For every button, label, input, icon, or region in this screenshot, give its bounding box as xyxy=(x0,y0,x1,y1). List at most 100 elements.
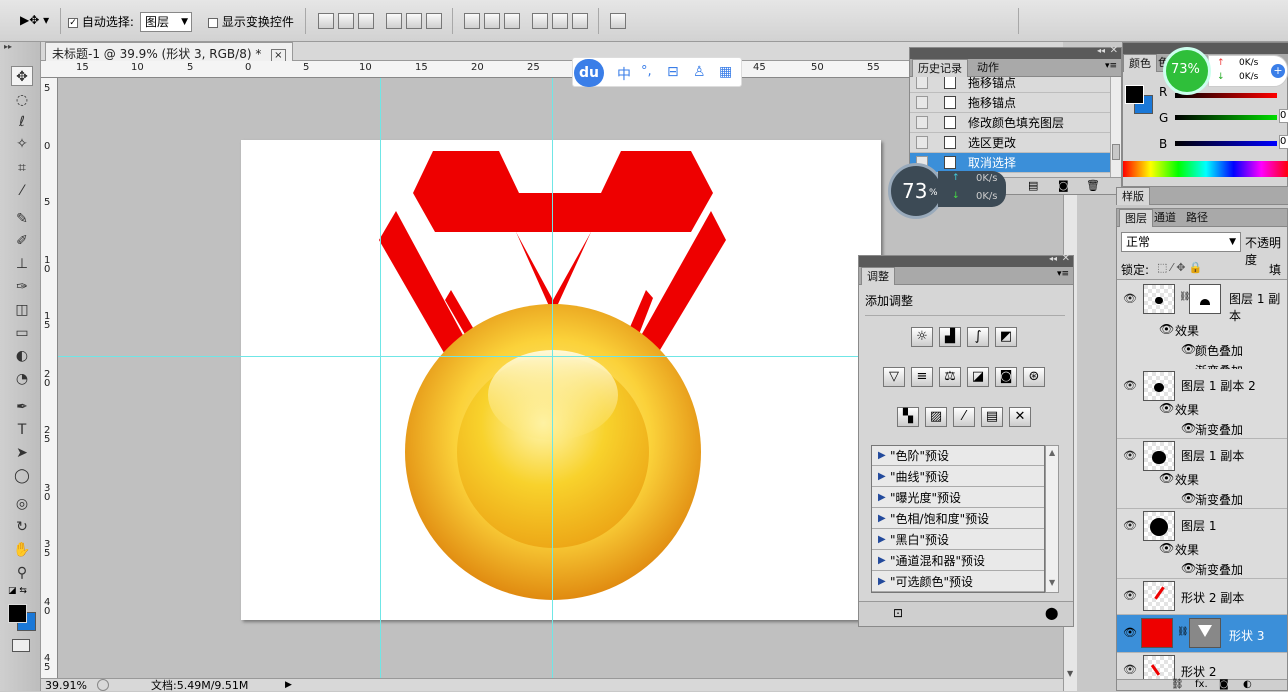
lasso-tool-icon[interactable]: ℓ xyxy=(11,112,33,132)
visibility-eye-icon[interactable]: 👁 xyxy=(1123,519,1137,532)
layer-row-selected[interactable]: 👁 ⛓ 形状 3 xyxy=(1117,615,1287,653)
move-tool-icon[interactable]: ✥ xyxy=(11,66,33,86)
healing-brush-tool-icon[interactable]: ✎ xyxy=(11,209,33,229)
history-state[interactable]: 拖移锚点 xyxy=(910,93,1110,113)
expand-triangle-icon[interactable]: ▶ xyxy=(878,446,886,466)
show-transform-checkbox[interactable] xyxy=(208,17,218,28)
expand-triangle-icon[interactable]: ▶ xyxy=(878,551,886,571)
layer-name[interactable]: 图层 1 副本 xyxy=(1181,447,1244,464)
visibility-eye-icon[interactable]: 👁 xyxy=(1123,589,1137,602)
posterize-icon[interactable]: ▨ xyxy=(925,407,947,427)
fx-icon[interactable]: fx. xyxy=(1195,679,1208,690)
tab-color[interactable]: 颜色 xyxy=(1123,54,1157,72)
quick-mask-icon[interactable] xyxy=(12,639,30,652)
preset-item[interactable]: ▶ "曝光度"预设 xyxy=(872,488,1044,508)
tab-swatches[interactable]: 样版 xyxy=(1116,187,1150,205)
distribute-left-icon[interactable] xyxy=(532,13,548,29)
effects-eye-icon[interactable]: 👁 xyxy=(1159,401,1174,415)
3d-orbit-tool-icon[interactable]: ↻ xyxy=(11,517,33,537)
network-speed-widget[interactable]: 73 % ↑ 0K/s ↓ 0K/s xyxy=(888,163,1008,219)
visibility-eye-icon[interactable]: 👁 xyxy=(1123,626,1137,639)
ime-toolbar[interactable]: du 中 °, ⊟ ♙ ▦ xyxy=(572,57,742,87)
distribute-bottom-icon[interactable] xyxy=(504,13,520,29)
shape-tool-icon[interactable]: ◯ xyxy=(11,466,33,486)
preset-item[interactable]: ▶ "可选颜色"预设 xyxy=(872,572,1044,592)
hue-saturation-icon[interactable]: ≡ xyxy=(911,367,933,387)
history-panel-titlebar[interactable]: ◂◂ ✕ xyxy=(910,45,1121,59)
history-state[interactable]: 拖移锚点 xyxy=(910,77,1110,93)
add-icon[interactable]: + xyxy=(1271,64,1285,78)
invert-icon[interactable]: ▚ xyxy=(897,407,919,427)
tab-history[interactable]: 历史记录 xyxy=(912,59,968,77)
magic-wand-tool-icon[interactable]: ✧ xyxy=(11,134,33,154)
type-tool-icon[interactable]: T xyxy=(11,420,33,440)
expand-triangle-icon[interactable]: ▶ xyxy=(878,467,886,487)
threshold-icon[interactable]: ⁄ xyxy=(953,407,975,427)
new-adjustment-layer-icon[interactable]: ◐ xyxy=(1243,679,1252,690)
path-selection-tool-icon[interactable]: ➤ xyxy=(11,443,33,463)
new-snapshot-icon[interactable]: ◙ xyxy=(1058,179,1069,192)
preset-item[interactable]: ▶ "通道混和器"预设 xyxy=(872,551,1044,571)
effect-eye-icon[interactable]: 👁 xyxy=(1181,491,1196,505)
visibility-eye-icon[interactable]: 👁 xyxy=(1123,449,1137,462)
status-menu-arrow-icon[interactable]: ▶ xyxy=(285,679,292,692)
baidu-ime-logo[interactable]: du xyxy=(574,59,604,87)
panel-menu-icon[interactable]: ▾≡ xyxy=(1105,61,1117,71)
distribute-right-icon[interactable] xyxy=(572,13,588,29)
tab-channels[interactable]: 通道 xyxy=(1149,209,1181,227)
selective-color-icon[interactable]: ✕ xyxy=(1009,407,1031,427)
preset-item[interactable]: ▶ "曲线"预设 xyxy=(872,467,1044,487)
align-right-icon[interactable] xyxy=(426,13,442,29)
effect-eye-icon[interactable]: 👁 xyxy=(1181,421,1196,435)
default-colors-icon[interactable]: ◪ ⇆ xyxy=(8,586,27,596)
clone-stamp-tool-icon[interactable]: ⊥ xyxy=(11,254,33,274)
brightness-contrast-icon[interactable]: ☼ xyxy=(911,327,933,347)
collapse-icon[interactable]: ◂◂ xyxy=(1097,46,1105,55)
preset-item[interactable]: ▶ "色相/饱和度"预设 xyxy=(872,509,1044,529)
history-scrollbar[interactable] xyxy=(1110,77,1121,177)
expand-triangle-icon[interactable]: ▶ xyxy=(878,572,886,592)
align-bottom-icon[interactable] xyxy=(358,13,374,29)
tab-layers[interactable]: 图层 xyxy=(1119,209,1153,227)
preset-item[interactable]: ▶ "色阶"预设 xyxy=(872,446,1044,466)
expand-triangle-icon[interactable]: ▶ xyxy=(878,488,886,508)
align-left-icon[interactable] xyxy=(386,13,402,29)
preset-item[interactable]: ▶ "黑白"预设 xyxy=(872,530,1044,550)
effects-eye-icon[interactable]: 👁 xyxy=(1159,471,1174,485)
return-to-list-icon[interactable]: ⊡ xyxy=(893,606,903,620)
auto-select-dropdown[interactable]: 图层 ▼ xyxy=(140,12,192,32)
history-snapshot-box[interactable] xyxy=(916,136,928,149)
zoom-tool-icon[interactable]: ⚲ xyxy=(11,563,33,583)
layer-row[interactable]: 👁 图层 1 副本 2 👁 效果 👁 渐变叠加 xyxy=(1117,369,1287,439)
ime-user-icon[interactable]: ♙ xyxy=(693,64,706,80)
layer-name[interactable]: 形状 2 xyxy=(1181,663,1216,680)
layer-name[interactable]: 图层 1 副本 xyxy=(1229,290,1287,324)
status-info-icon[interactable] xyxy=(97,679,109,691)
presets-scroll-down-icon[interactable]: ▼ xyxy=(1049,578,1055,587)
ime-grid-icon[interactable]: ▦ xyxy=(719,64,732,80)
channel-mixer-icon[interactable]: ⊛ xyxy=(1023,367,1045,387)
blend-mode-dropdown[interactable]: 正常 ▼ xyxy=(1121,232,1241,252)
visibility-eye-icon[interactable]: 👁 xyxy=(1123,379,1137,392)
effect-eye-icon[interactable]: 👁 xyxy=(1181,342,1196,356)
layer-row[interactable]: 👁 图层 1 👁 效果 👁 渐变叠加 xyxy=(1117,509,1287,579)
brush-tool-icon[interactable]: ✐ xyxy=(11,231,33,251)
ime-chinese-mode[interactable]: 中 xyxy=(617,64,631,84)
crop-tool-icon[interactable]: ⌗ xyxy=(11,158,33,178)
effect-eye-icon[interactable]: 👁 xyxy=(1181,561,1196,575)
distribute-vcenter-icon[interactable] xyxy=(484,13,500,29)
3d-rotate-tool-icon[interactable]: ◎ xyxy=(11,494,33,514)
scroll-up-icon[interactable]: ▲ xyxy=(1049,448,1055,457)
zoom-level[interactable]: 39.91% xyxy=(45,679,87,692)
align-top-icon[interactable] xyxy=(318,13,334,29)
black-white-icon[interactable]: ◪ xyxy=(967,367,989,387)
auto-align-layers-icon[interactable] xyxy=(610,13,626,29)
close-panel-icon[interactable]: ✕ xyxy=(1110,45,1118,56)
color-fg-swatch[interactable] xyxy=(1125,85,1144,104)
history-snapshot-box[interactable] xyxy=(916,96,928,109)
channel-b-slider[interactable] xyxy=(1175,141,1277,146)
collapse-toolbox-icon[interactable]: ▸▸ xyxy=(4,42,12,51)
visibility-eye-icon[interactable]: 👁 xyxy=(1123,663,1137,676)
layer-row[interactable]: 👁 图层 1 副本 👁 效果 👁 渐变叠加 xyxy=(1117,439,1287,509)
tab-actions[interactable]: 动作 xyxy=(972,59,1004,77)
